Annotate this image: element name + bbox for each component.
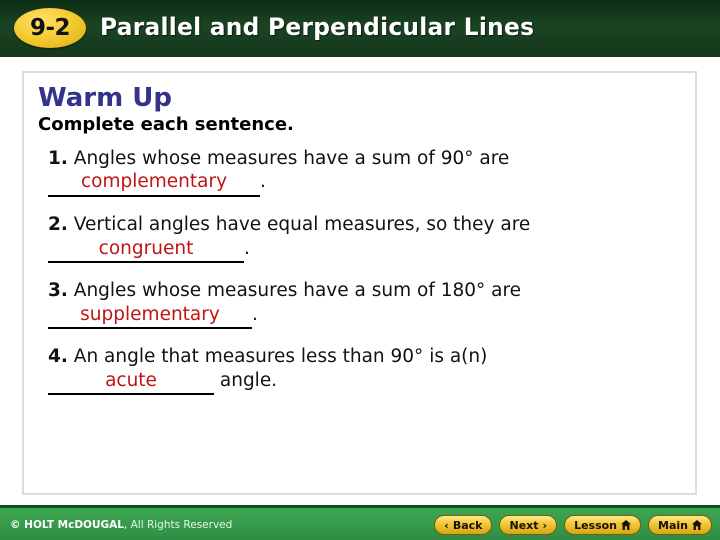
page-title: Parallel and Perpendicular Lines: [100, 13, 535, 41]
chevron-right-icon: ›: [542, 518, 548, 532]
question-prompt: Angles whose measures have a sum of 90° …: [73, 147, 510, 169]
next-button[interactable]: Next ›: [499, 515, 558, 535]
copyright-brand: © HOLT McDOUGAL: [10, 519, 124, 531]
lesson-number-badge: 9-2: [14, 8, 86, 48]
question-number: 3.: [48, 280, 68, 302]
answer-blank[interactable]: acute: [48, 370, 214, 396]
question-list: 1. Angles whose measures have a sum of 9…: [38, 148, 681, 396]
lesson-button-label: Lesson: [574, 518, 618, 532]
answer-blank[interactable]: complementary: [48, 171, 260, 198]
home-icon: [621, 520, 632, 530]
list-item: 2. Vertical angles have equal measures, …: [48, 214, 681, 264]
main-button[interactable]: Main: [648, 515, 712, 535]
question-prompt: An angle that measures less than 90° is …: [73, 346, 488, 368]
answer-suffix: angle.: [214, 369, 278, 391]
chevron-left-icon: ‹: [444, 518, 449, 532]
list-item: 4. An angle that measures less than 90° …: [48, 346, 681, 396]
question-number: 4.: [48, 346, 68, 368]
question-prompt: Vertical angles have equal measures, so …: [73, 214, 531, 236]
warm-up-instruction: Complete each sentence.: [38, 114, 294, 136]
back-button[interactable]: ‹ Back: [434, 515, 493, 535]
question-number: 2.: [48, 214, 68, 236]
main-button-label: Main: [658, 518, 688, 532]
answer-suffix: .: [252, 303, 258, 325]
warm-up-heading: Warm Up: [38, 83, 172, 113]
answer-line: acute angle.: [48, 370, 681, 396]
copyright-text: © HOLT McDOUGAL, All Rights Reserved: [10, 519, 232, 531]
next-button-label: Next: [509, 518, 539, 532]
list-item: 3. Angles whose measures have a sum of 1…: [48, 280, 681, 330]
content-panel: Warm Up Complete each sentence. 1. Angle…: [22, 71, 697, 495]
list-item: 1. Angles whose measures have a sum of 9…: [48, 147, 681, 198]
answer-blank[interactable]: congruent: [48, 238, 244, 264]
answer-suffix: .: [260, 171, 266, 193]
answer-line: supplementary.: [48, 304, 681, 330]
navigation-buttons: ‹ Back Next › Lesson Main: [434, 515, 712, 535]
question-prompt: Angles whose measures have a sum of 180°…: [73, 280, 522, 302]
answer-blank[interactable]: supplementary: [48, 304, 252, 330]
home-icon: [692, 520, 702, 530]
back-button-label: Back: [452, 518, 483, 532]
slide-header: 9-2 Parallel and Perpendicular Lines: [0, 0, 720, 57]
lesson-number-text: 9-2: [29, 14, 71, 41]
answer-line: complementary.: [48, 171, 681, 198]
slide-footer: © HOLT McDOUGAL, All Rights Reserved ‹ B…: [0, 505, 720, 540]
lesson-button[interactable]: Lesson: [564, 515, 642, 535]
answer-suffix: .: [244, 237, 250, 259]
question-number: 1.: [48, 147, 68, 169]
copyright-rights: , All Rights Reserved: [123, 519, 233, 531]
answer-line: congruent.: [48, 238, 681, 264]
